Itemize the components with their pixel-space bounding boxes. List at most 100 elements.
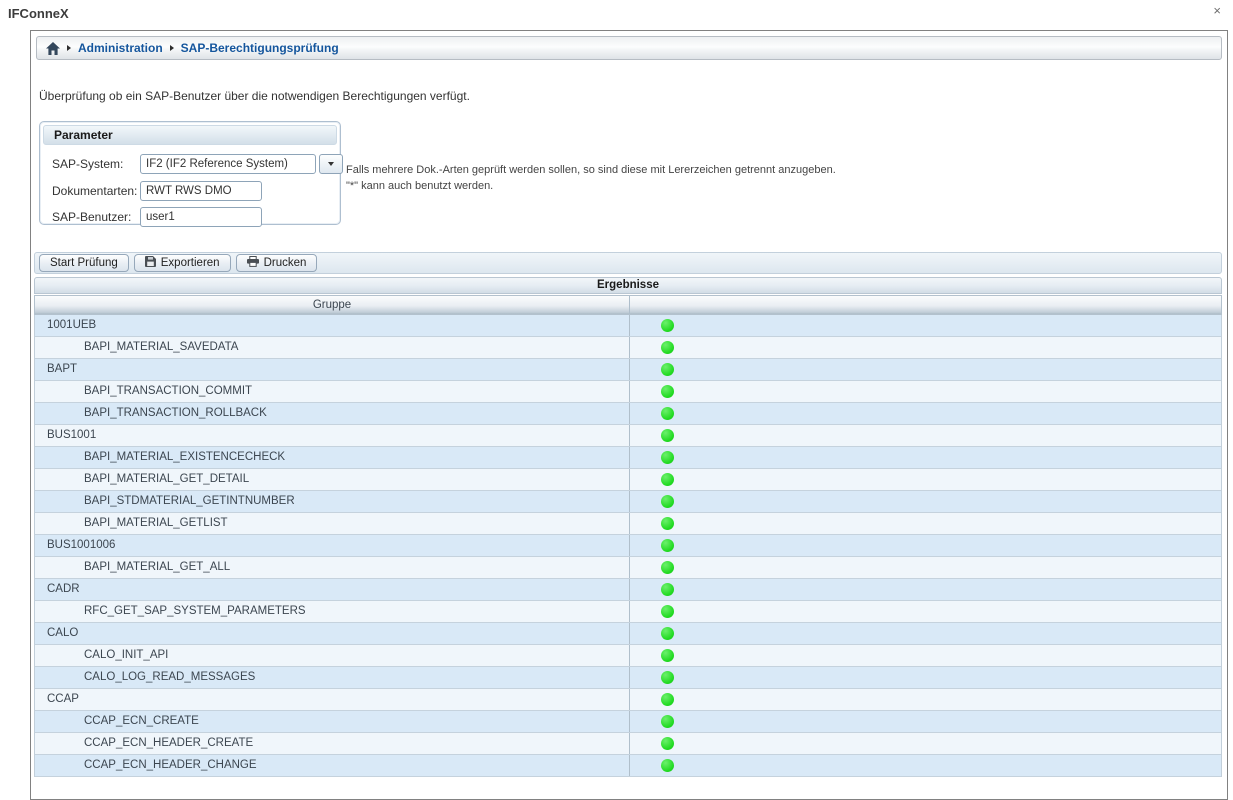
table-row[interactable]: CCAP	[35, 689, 1221, 711]
table-row[interactable]: BAPI_MATERIAL_GETLIST	[35, 513, 1221, 535]
status-cell	[630, 667, 1221, 688]
status-cell	[630, 469, 1221, 490]
status-cell	[630, 601, 1221, 622]
status-cell	[630, 403, 1221, 424]
table-row[interactable]: BUS1001	[35, 425, 1221, 447]
status-ok-icon	[661, 473, 674, 486]
table-row[interactable]: RFC_GET_SAP_SYSTEM_PARAMETERS	[35, 601, 1221, 623]
sap-benutzer-input[interactable]	[140, 207, 262, 227]
status-ok-icon	[661, 319, 674, 332]
status-ok-icon	[661, 363, 674, 376]
start-pruefung-button[interactable]: Start Prüfung	[39, 254, 129, 272]
sap-system-label: SAP-System:	[52, 157, 140, 171]
status-ok-icon	[661, 539, 674, 552]
start-pruefung-label: Start Prüfung	[50, 257, 118, 269]
group-name: CCAP_ECN_HEADER_CREATE	[35, 733, 630, 754]
exportieren-button[interactable]: Exportieren	[134, 254, 231, 272]
group-name: BAPI_TRANSACTION_COMMIT	[35, 381, 630, 402]
status-cell	[630, 689, 1221, 710]
table-row[interactable]: 1001UEB	[35, 315, 1221, 337]
status-ok-icon	[661, 693, 674, 706]
status-cell	[630, 359, 1221, 380]
dokumentarten-input[interactable]	[140, 181, 262, 201]
chevron-right-icon	[170, 45, 174, 51]
status-ok-icon	[661, 715, 674, 728]
group-name: BAPI_MATERIAL_GETLIST	[35, 513, 630, 534]
table-row[interactable]: CADR	[35, 579, 1221, 601]
group-name: CADR	[35, 579, 630, 600]
table-row[interactable]: BAPI_MATERIAL_GET_DETAIL	[35, 469, 1221, 491]
status-cell	[630, 733, 1221, 754]
sap-system-dropdown-button[interactable]	[319, 154, 343, 174]
close-icon[interactable]: ×	[1213, 4, 1221, 18]
save-floppy-icon	[145, 256, 156, 270]
status-ok-icon	[661, 341, 674, 354]
drucken-label: Drucken	[264, 257, 307, 269]
hint-line-1: Falls mehrere Dok.-Arten geprüft werden …	[346, 162, 836, 178]
table-row[interactable]: CALO_LOG_READ_MESSAGES	[35, 667, 1221, 689]
group-name: BAPI_MATERIAL_SAVEDATA	[35, 337, 630, 358]
status-ok-icon	[661, 407, 674, 420]
breadcrumb-item-sap-berechtigungspruefung[interactable]: SAP-Berechtigungsprüfung	[181, 41, 339, 55]
table-row[interactable]: BAPI_STDMATERIAL_GETINTNUMBER	[35, 491, 1221, 513]
status-ok-icon	[661, 495, 674, 508]
group-name: CALO_LOG_READ_MESSAGES	[35, 667, 630, 688]
gruppe-column-header[interactable]: Gruppe	[35, 296, 630, 314]
status-cell	[630, 645, 1221, 666]
status-ok-icon	[661, 605, 674, 618]
table-row[interactable]: BAPI_TRANSACTION_COMMIT	[35, 381, 1221, 403]
printer-icon	[247, 256, 259, 270]
status-cell	[630, 513, 1221, 534]
results-column-header: Gruppe	[34, 295, 1222, 315]
hint-line-2: "*" kann auch benutzt werden.	[346, 178, 836, 194]
status-ok-icon	[661, 385, 674, 398]
exportieren-label: Exportieren	[161, 257, 220, 269]
status-cell	[630, 579, 1221, 600]
drucken-button[interactable]: Drucken	[236, 254, 318, 272]
table-row[interactable]: CCAP_ECN_CREATE	[35, 711, 1221, 733]
table-row[interactable]: BAPI_MATERIAL_GET_ALL	[35, 557, 1221, 579]
status-ok-icon	[661, 517, 674, 530]
group-name: CALO	[35, 623, 630, 644]
table-row[interactable]: BAPT	[35, 359, 1221, 381]
hint-text: Falls mehrere Dok.-Arten geprüft werden …	[346, 162, 836, 194]
status-ok-icon	[661, 759, 674, 772]
app-title: IFConneX	[8, 6, 69, 21]
table-row[interactable]: BAPI_MATERIAL_SAVEDATA	[35, 337, 1221, 359]
status-cell	[630, 755, 1221, 776]
table-row[interactable]: BAPI_MATERIAL_EXISTENCECHECK	[35, 447, 1221, 469]
dokumentarten-label: Dokumentarten:	[52, 184, 140, 198]
status-cell	[630, 381, 1221, 402]
breadcrumb-item-administration[interactable]: Administration	[78, 41, 163, 55]
table-row[interactable]: CCAP_ECN_HEADER_CREATE	[35, 733, 1221, 755]
table-row[interactable]: BUS1001006	[35, 535, 1221, 557]
group-name: BAPI_TRANSACTION_ROLLBACK	[35, 403, 630, 424]
home-icon[interactable]	[46, 42, 60, 55]
group-name: CCAP	[35, 689, 630, 710]
chevron-down-icon	[328, 162, 334, 166]
group-name: BAPI_MATERIAL_GET_ALL	[35, 557, 630, 578]
chevron-right-icon	[67, 45, 71, 51]
status-ok-icon	[661, 429, 674, 442]
status-column-header[interactable]	[630, 296, 1221, 314]
table-row[interactable]: CALO	[35, 623, 1221, 645]
status-ok-icon	[661, 561, 674, 574]
parameter-panel: Parameter SAP-System: IF2 (IF2 Reference…	[39, 121, 341, 225]
status-ok-icon	[661, 627, 674, 640]
toolbar: Start Prüfung Exportieren Drucken	[34, 252, 1222, 274]
group-name: CALO_INIT_API	[35, 645, 630, 666]
results-title: Ergebnisse	[34, 277, 1222, 294]
status-ok-icon	[661, 583, 674, 596]
status-cell	[630, 711, 1221, 732]
table-row[interactable]: BAPI_TRANSACTION_ROLLBACK	[35, 403, 1221, 425]
sap-system-select[interactable]: IF2 (IF2 Reference System)	[140, 154, 316, 174]
table-row[interactable]: CCAP_ECN_HEADER_CHANGE	[35, 755, 1221, 777]
group-name: BUS1001	[35, 425, 630, 446]
status-cell	[630, 315, 1221, 336]
group-name: CCAP_ECN_CREATE	[35, 711, 630, 732]
group-name: BAPI_STDMATERIAL_GETINTNUMBER	[35, 491, 630, 512]
status-ok-icon	[661, 737, 674, 750]
status-cell	[630, 491, 1221, 512]
table-row[interactable]: CALO_INIT_API	[35, 645, 1221, 667]
group-name: BAPI_MATERIAL_GET_DETAIL	[35, 469, 630, 490]
